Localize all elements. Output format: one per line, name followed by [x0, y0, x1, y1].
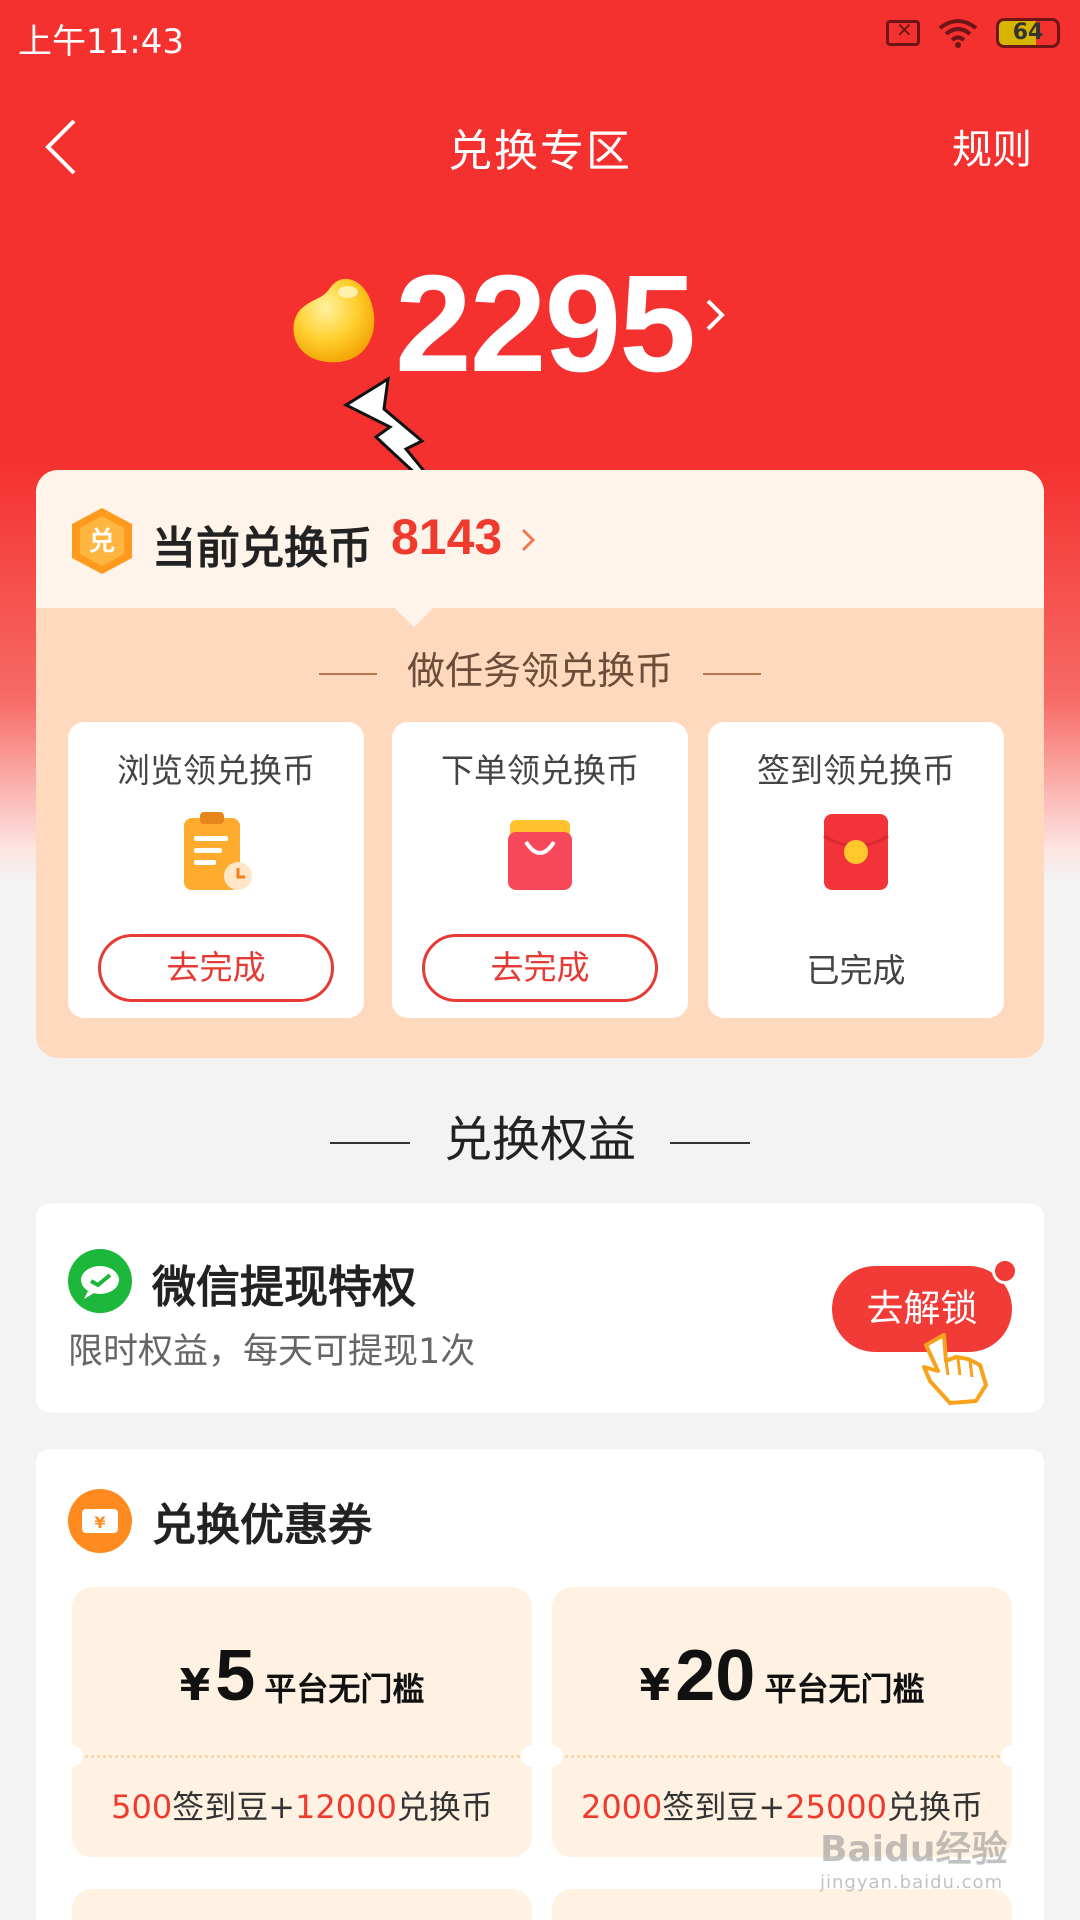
task-heading-text: 做任务领兑换币 [406, 649, 673, 693]
page-title: 兑换专区 [448, 126, 632, 177]
exchange-coin-label: 当前兑换币 [152, 523, 372, 574]
coupon-divider [72, 1755, 532, 1758]
bean-cost: 2000 [580, 1788, 663, 1826]
divider-line [703, 672, 761, 675]
coupon-section-title: 兑换优惠券 [152, 1500, 372, 1551]
nav-bar: 兑换专区 规则 [0, 95, 1080, 195]
coupon-card-partial[interactable] [72, 1889, 532, 1920]
task-card-order: 下单领兑换币 去完成 [392, 722, 688, 1018]
red-envelope-icon [823, 814, 889, 890]
divider-line [329, 1142, 410, 1144]
coupon-ticket-icon: ¥ [68, 1489, 132, 1553]
coupon-face: ¥ 5 平台无门槛 [72, 1635, 532, 1717]
watermark-sub: jingyan.baidu.com [820, 1872, 1004, 1893]
task-completed-status: 已完成 [806, 951, 906, 990]
shopping-bag-icon [508, 820, 572, 890]
gold-bean-icon [293, 278, 375, 363]
status-bar: 上午11:43 64 [0, 0, 1080, 80]
exchange-badge-icon: 兑 [72, 508, 132, 574]
battery-level: 64 [1012, 20, 1044, 45]
currency-symbol: ¥ [179, 1660, 211, 1711]
bean-balance[interactable]: 2295 [0, 247, 1080, 401]
complete-task-button[interactable]: 去完成 [422, 934, 658, 1002]
bean-unit: 签到豆+ [172, 1788, 296, 1826]
chevron-right-icon [706, 299, 725, 331]
notification-dot [992, 1258, 1018, 1284]
wechat-subtitle: 限时权益，每天可提现1次 [68, 1332, 476, 1372]
complete-task-button[interactable]: 去完成 [98, 934, 334, 1002]
pointing-hand-icon [922, 1333, 988, 1405]
wechat-withdraw-card: 微信提现特权 限时权益，每天可提现1次 去解锁 [36, 1203, 1044, 1413]
task-card-checkin: 签到领兑换币 已完成 [708, 722, 1004, 1018]
currency-symbol: ¥ [639, 1660, 671, 1711]
battery-icon: 64 [996, 18, 1060, 48]
bean-cost: 500 [111, 1788, 173, 1826]
coupon-card[interactable]: ¥ 20 平台无门槛 2000签到豆+25000兑换币 [541, 1587, 1023, 1857]
coupon-notch [61, 1745, 83, 1767]
coupon-notch [541, 1745, 563, 1767]
divider-line [318, 672, 377, 675]
task-title: 下单领兑换币 [441, 751, 639, 790]
coupon-face: ¥ 20 平台无门槛 [552, 1635, 1012, 1717]
baidu-jingyan-watermark: Baidu经验 jingyan.baidu.com [820, 1820, 1050, 1900]
coupon-description: 平台无门槛 [264, 1670, 425, 1708]
wifi-icon [938, 19, 978, 48]
coupon-notch [1001, 1745, 1023, 1767]
coupon-divider [552, 1755, 1012, 1758]
svg-text:¥: ¥ [94, 1513, 105, 1532]
divider-line [670, 1142, 750, 1144]
coupon-notch [521, 1745, 543, 1767]
benefits-heading-text: 兑换权益 [443, 1112, 636, 1168]
exchange-coin-value: 8143 [391, 509, 503, 565]
coupon-card[interactable]: ¥ 5 平台无门槛 500签到豆+12000兑换币 [61, 1587, 543, 1857]
task-title: 签到领兑换币 [757, 751, 955, 790]
wechat-title: 微信提现特权 [152, 1262, 416, 1313]
coupon-cost: 500签到豆+12000兑换币 [72, 1782, 532, 1828]
svg-text:兑: 兑 [89, 527, 115, 557]
watermark-main: Baidu经验 [820, 1829, 1008, 1870]
task-section-heading: 做任务领兑换币 [36, 640, 1044, 695]
bean-unit: 签到豆+ [662, 1788, 786, 1826]
chevron-right-icon [521, 528, 536, 552]
exchange-coin-panel: 兑 当前兑换币 8143 做任务领兑换币 浏览领兑换币 去完成 下单领兑换币 去… [36, 470, 1044, 1058]
status-icons: 64 [886, 18, 1060, 48]
coupon-amount: 20 [675, 1636, 756, 1716]
coin-cost: 12000 [295, 1788, 397, 1826]
task-card-browse: 浏览领兑换币 去完成 [68, 722, 364, 1018]
coupon-amount: 5 [215, 1636, 256, 1716]
wechat-icon [68, 1249, 132, 1313]
status-time: 上午11:43 [18, 22, 184, 62]
no-sim-icon [886, 18, 920, 46]
benefits-heading: 兑换权益 [0, 1100, 1080, 1170]
coin-unit: 兑换币 [396, 1788, 493, 1826]
coupon-description: 平台无门槛 [764, 1670, 925, 1708]
rules-link[interactable]: 规则 [952, 117, 1032, 175]
clipboard-clock-icon [184, 812, 252, 890]
task-title: 浏览领兑换币 [117, 751, 315, 790]
exchange-coin-row[interactable]: 兑 当前兑换币 8143 [36, 470, 1044, 608]
